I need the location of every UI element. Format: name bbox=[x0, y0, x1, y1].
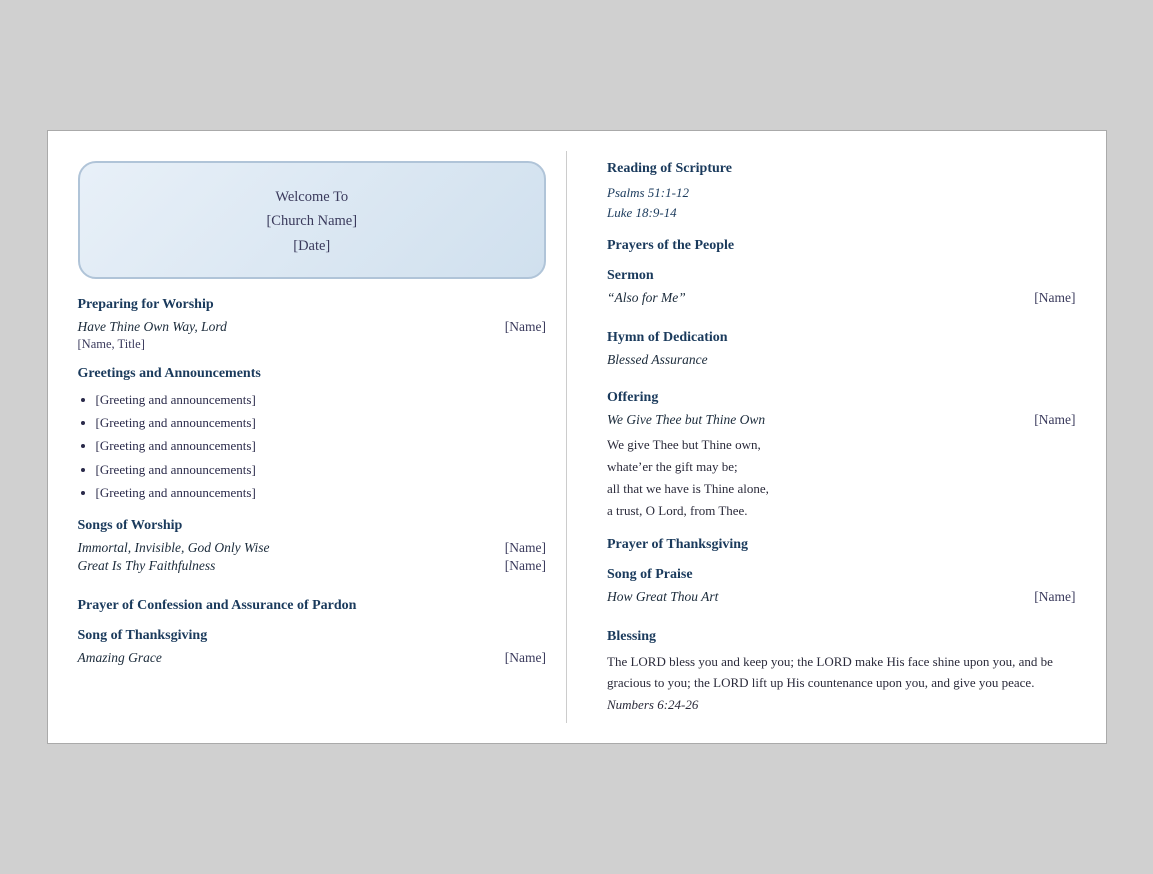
list-item: [Greeting and announcements] bbox=[96, 411, 547, 434]
confession-header: Prayer of Confession and Assurance of Pa… bbox=[78, 598, 547, 614]
thanksgiving-name: [Name] bbox=[505, 650, 546, 666]
welcome-box: Welcome To [Church Name] [Date] bbox=[78, 161, 547, 279]
blessing-header: Blessing bbox=[607, 629, 1076, 645]
blessing-ref: Numbers 6:24-26 bbox=[607, 697, 1076, 713]
thanksgiving-header: Song of Thanksgiving bbox=[78, 628, 547, 644]
welcome-line3: [Date] bbox=[293, 238, 330, 254]
scripture-header: Reading of Scripture bbox=[607, 161, 1076, 177]
greetings-header: Greetings and Announcements bbox=[78, 366, 547, 382]
bulletin-page: Welcome To [Church Name] [Date] Preparin… bbox=[47, 130, 1107, 745]
right-column: Reading of Scripture Psalms 51:1-12 Luke… bbox=[587, 151, 1086, 724]
song-praise-header: Song of Praise bbox=[607, 567, 1076, 583]
preparing-song-row: Have Thine Own Way, Lord [Name] bbox=[78, 319, 547, 335]
song-praise-title: How Great Thou Art bbox=[607, 589, 718, 605]
welcome-line2: [Church Name] bbox=[266, 213, 357, 229]
left-column: Welcome To [Church Name] [Date] Preparin… bbox=[68, 151, 568, 724]
songs-row2: Great Is Thy Faithfulness [Name] bbox=[78, 558, 547, 574]
divider bbox=[567, 151, 587, 724]
offering-name: [Name] bbox=[1034, 412, 1075, 428]
hymn-header: Hymn of Dedication bbox=[607, 330, 1076, 346]
song2-title: Great Is Thy Faithfulness bbox=[78, 558, 216, 574]
thanksgiving-song: Amazing Grace bbox=[78, 650, 162, 666]
list-item: [Greeting and announcements] bbox=[96, 481, 547, 504]
preparing-song: Have Thine Own Way, Lord bbox=[78, 319, 227, 335]
sermon-header: Sermon bbox=[607, 268, 1076, 284]
sermon-row: “Also for Me” [Name] bbox=[607, 290, 1076, 306]
offering-verse: We give Thee but Thine own, whate’er the… bbox=[607, 434, 1076, 522]
song-praise-name: [Name] bbox=[1034, 589, 1075, 605]
welcome-text: Welcome To [Church Name] [Date] bbox=[100, 185, 525, 259]
list-item: [Greeting and announcements] bbox=[96, 388, 547, 411]
songs-row1: Immortal, Invisible, God Only Wise [Name… bbox=[78, 540, 547, 556]
song2-name: [Name] bbox=[505, 558, 546, 574]
offering-song-row: We Give Thee but Thine Own [Name] bbox=[607, 412, 1076, 428]
song1-name: [Name] bbox=[505, 540, 546, 556]
list-item: [Greeting and announcements] bbox=[96, 434, 547, 457]
preparing-name: [Name] bbox=[505, 319, 546, 335]
scripture-ref1: Psalms 51:1-12 Luke 18:9-14 bbox=[607, 183, 1076, 225]
list-item: [Greeting and announcements] bbox=[96, 458, 547, 481]
prayer-thanks-header: Prayer of Thanksgiving bbox=[607, 537, 1076, 553]
preparing-header: Preparing for Worship bbox=[78, 297, 547, 313]
offering-header: Offering bbox=[607, 390, 1076, 406]
thanksgiving-song-row: Amazing Grace [Name] bbox=[78, 650, 547, 666]
greetings-list: [Greeting and announcements] [Greeting a… bbox=[96, 388, 547, 505]
sermon-title: “Also for Me” bbox=[607, 290, 686, 306]
song1-title: Immortal, Invisible, God Only Wise bbox=[78, 540, 270, 556]
prayers-header: Prayers of the People bbox=[607, 238, 1076, 254]
sermon-name: [Name] bbox=[1034, 290, 1075, 306]
blessing-text: The LORD bless you and keep you; the LOR… bbox=[607, 651, 1076, 694]
hymn-song: Blessed Assurance bbox=[607, 352, 1076, 368]
song-praise-row: How Great Thou Art [Name] bbox=[607, 589, 1076, 605]
songs-header: Songs of Worship bbox=[78, 518, 547, 534]
welcome-line1: Welcome To bbox=[275, 189, 348, 205]
offering-song: We Give Thee but Thine Own bbox=[607, 412, 765, 428]
preparing-sublabel: [Name, Title] bbox=[78, 337, 547, 352]
